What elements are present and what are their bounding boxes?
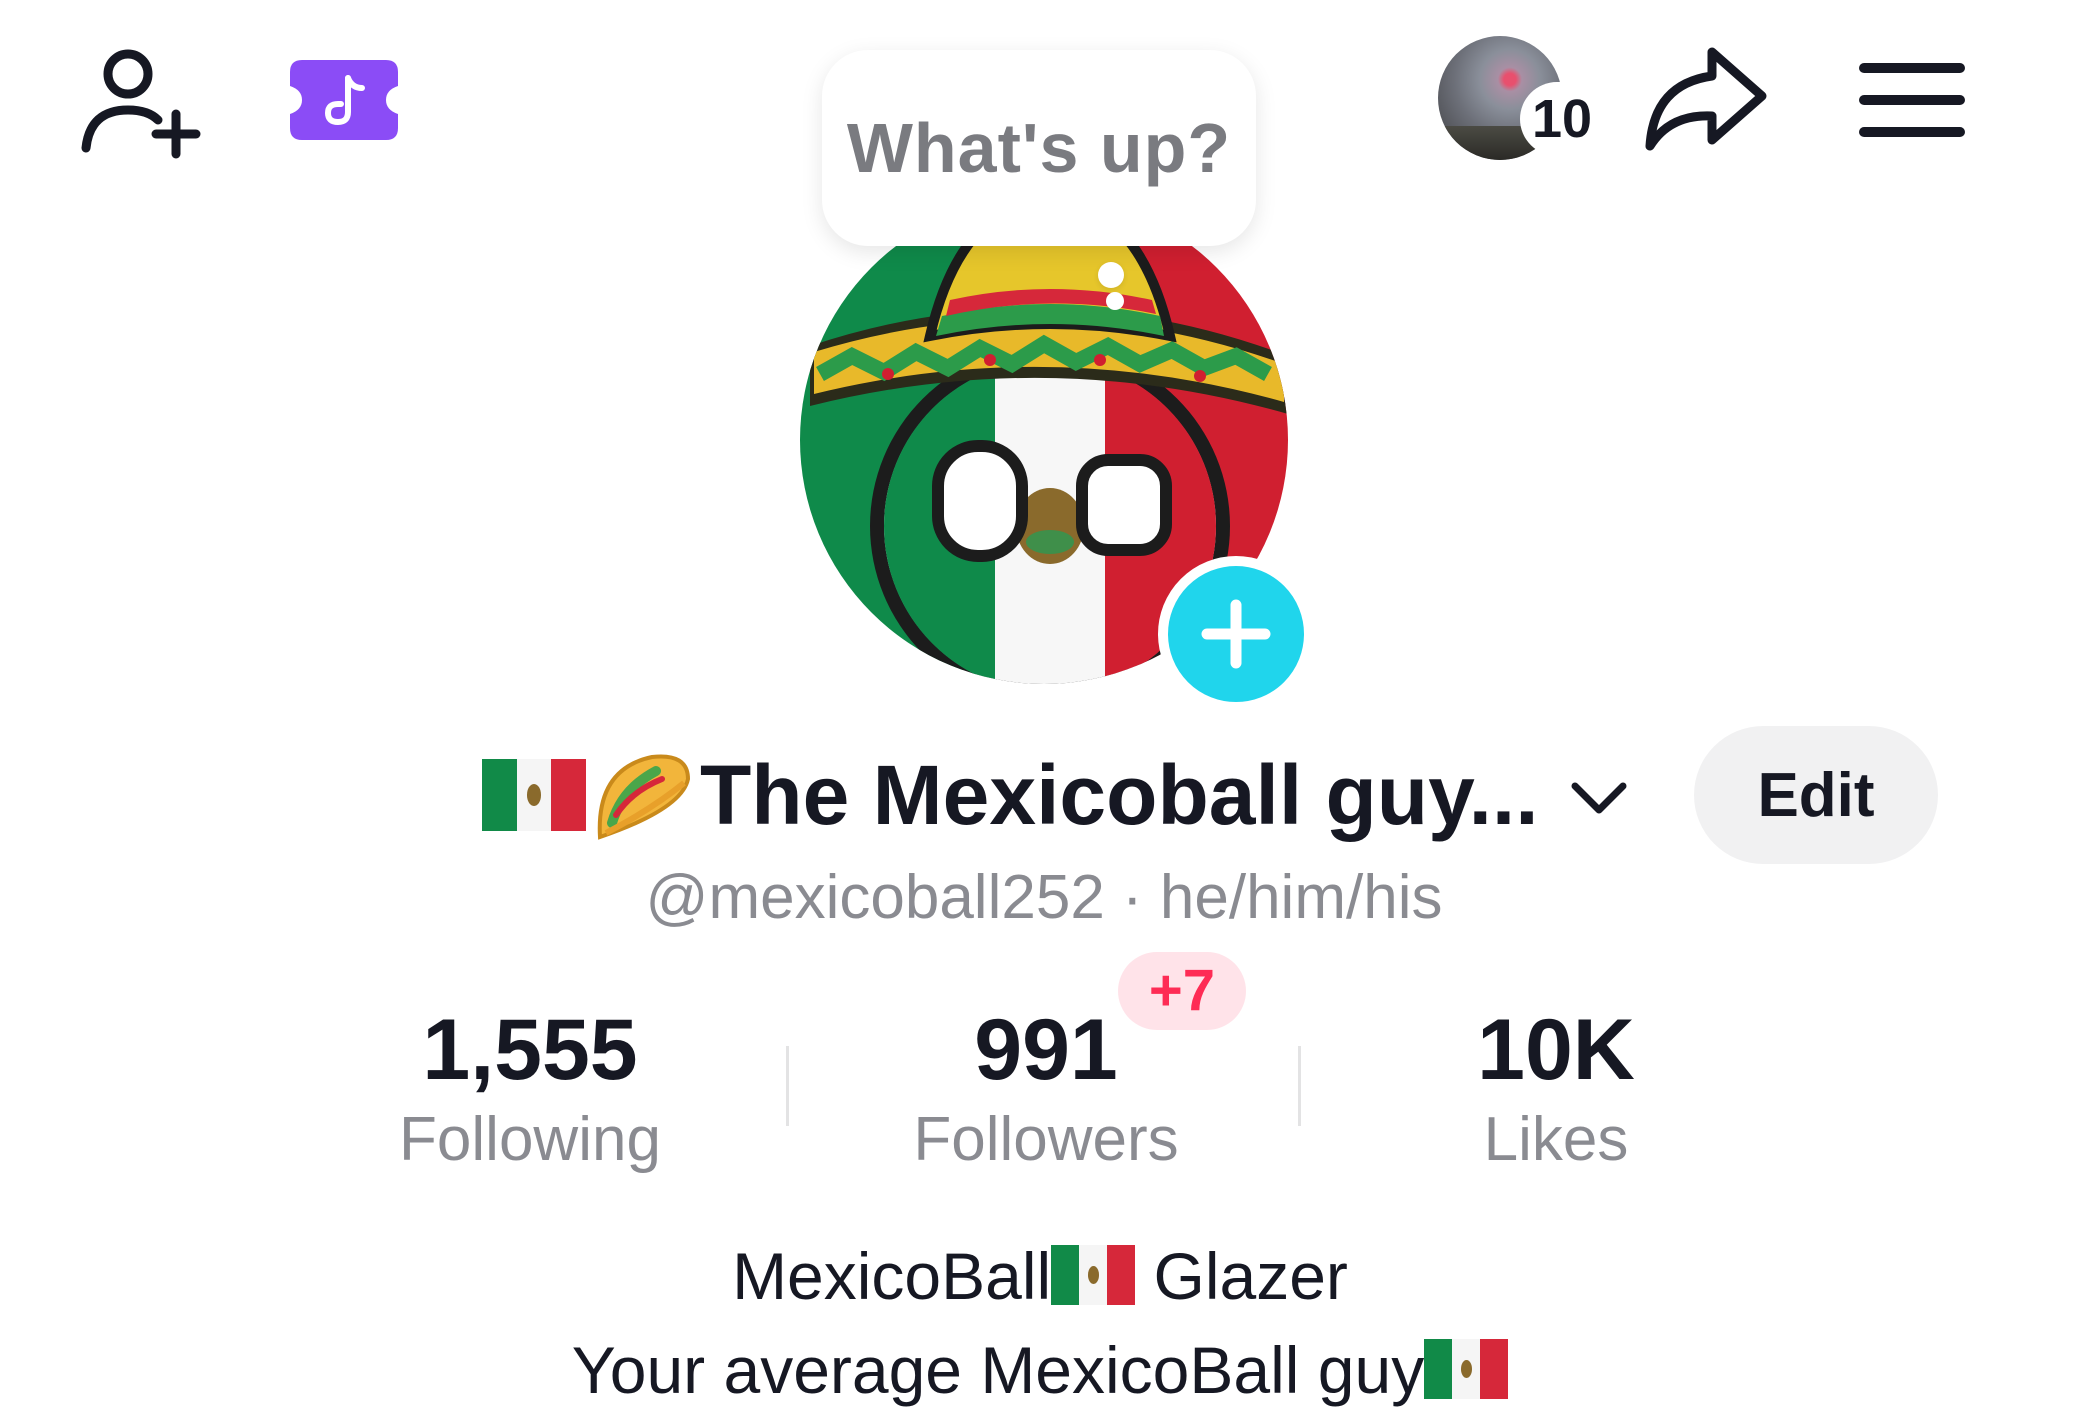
bubble-tail-dot-small: [1106, 292, 1124, 310]
share-arrow-icon: [1645, 47, 1767, 151]
mexico-flag-emoji: [1051, 1245, 1136, 1305]
story-count-badge: 10: [1520, 82, 1605, 156]
likes-count: 10K: [1477, 1002, 1635, 1098]
person-add-icon: [81, 49, 201, 159]
bio-line-1-end: Glazer: [1135, 1239, 1348, 1313]
mexico-flag-emoji: [482, 759, 586, 831]
display-name: The Mexicoball guy...: [700, 747, 1539, 842]
chevron-down-icon[interactable]: [1569, 778, 1629, 818]
followers-label: Followers: [913, 1105, 1179, 1174]
add-friend-button[interactable]: [78, 40, 208, 160]
bio-line-1: MexicoBall Glazer: [0, 1238, 2080, 1314]
username-pronouns: @mexicoball252 · he/him/his: [0, 862, 2080, 933]
share-button[interactable]: [1640, 40, 1770, 160]
bio-line-2-text: Your average MexicoBall guy: [571, 1333, 1425, 1407]
stat-likes[interactable]: 10K Likes: [1346, 1000, 1766, 1180]
hamburger-menu-icon: [1859, 63, 1965, 137]
stat-following[interactable]: 1,555 Following: [320, 1000, 740, 1180]
mexico-flag-emoji: [1424, 1339, 1509, 1399]
tiktok-ticket-icon: [290, 60, 398, 140]
bubble-tail-dot: [1098, 262, 1124, 288]
display-name-row[interactable]: The Mexicoball guy...: [482, 740, 1629, 850]
tiktok-ticket-button[interactable]: [286, 56, 402, 144]
add-story-plus-button[interactable]: [1158, 556, 1314, 712]
plus-icon: [1201, 599, 1271, 669]
stat-divider: [1298, 1046, 1301, 1126]
username-pronouns-text: @mexicoball252 · he/him/his: [645, 863, 1443, 932]
status-bubble-text: What's up?: [846, 109, 1232, 187]
status-bubble[interactable]: What's up?: [822, 50, 1256, 246]
story-avatar-button[interactable]: 10: [1438, 36, 1608, 166]
menu-button[interactable]: [1850, 50, 1970, 150]
bio-line-2: Your average MexicoBall guy: [0, 1332, 2080, 1408]
following-label: Following: [399, 1105, 661, 1174]
edit-profile-button[interactable]: Edit: [1694, 726, 1938, 864]
likes-label: Likes: [1483, 1105, 1629, 1174]
following-count: 1,555: [422, 1002, 638, 1098]
taco-emoji: [597, 754, 691, 840]
stat-divider: [786, 1046, 789, 1126]
bio-line-1-start: MexicoBall: [732, 1239, 1052, 1313]
new-followers-badge: +7: [1118, 952, 1246, 1030]
